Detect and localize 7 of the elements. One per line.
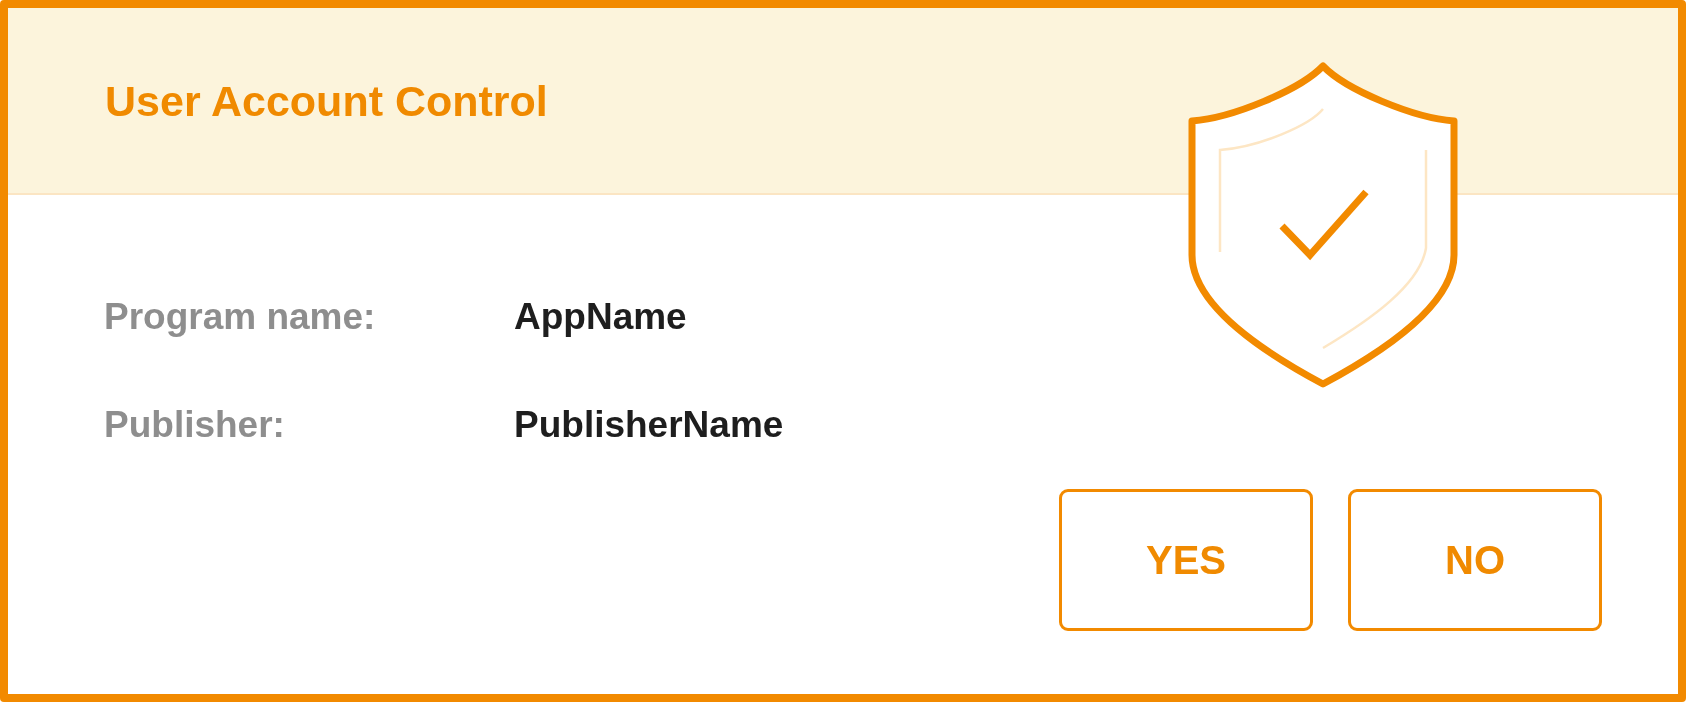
dialog-button[interactable]: NO: [1348, 489, 1602, 631]
field-value: AppName: [514, 295, 688, 339]
window-title: User Account Control: [105, 75, 548, 126]
field-label: Publisher:: [104, 403, 286, 447]
field-value: PublisherName: [514, 403, 784, 447]
dialog-button[interactable]: YES: [1059, 489, 1313, 631]
field-label: Program name:: [104, 295, 377, 339]
